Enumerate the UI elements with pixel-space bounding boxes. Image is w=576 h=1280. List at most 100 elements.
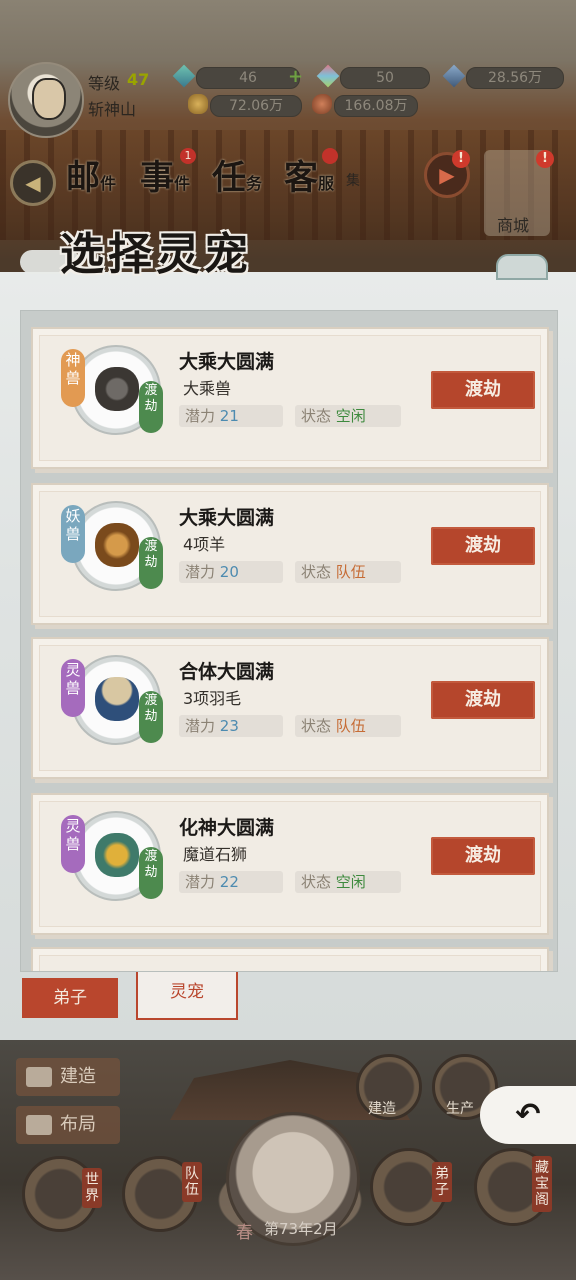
level-value: 47 bbox=[127, 70, 150, 89]
goat-icon bbox=[95, 523, 139, 567]
status-label: 状态 bbox=[301, 407, 332, 425]
build-label: 建造 bbox=[60, 1066, 96, 1087]
pet-type-tag: 灵兽 bbox=[61, 815, 85, 873]
tribulation-button[interactable]: 渡劫 bbox=[431, 681, 535, 719]
mail-button[interactable]: 邮件 bbox=[66, 150, 116, 206]
pet-realm: 大乘大圆满 bbox=[179, 351, 275, 373]
treasury-label: 藏宝阁 bbox=[532, 1156, 552, 1212]
events-badge: 1 bbox=[180, 148, 196, 164]
shop-alert-icon: ! bbox=[536, 150, 554, 168]
pet-realm: 大乘大圆满 bbox=[179, 507, 275, 529]
world-label: 世界 bbox=[82, 1168, 102, 1208]
status-value: 空闲 bbox=[335, 873, 366, 891]
potential-stat: 潜力 23 bbox=[179, 715, 283, 737]
gold-counter: 72.06万 bbox=[210, 95, 302, 117]
pet-list[interactable]: 神兽 渡劫 大乘大圆满 大乘兽 潜力 21 状态 空闲 渡劫 妖兽 渡劫 大乘大… bbox=[20, 310, 558, 972]
date-label: 第73年2月 bbox=[264, 1220, 338, 1238]
shop-label: 商城 bbox=[497, 216, 530, 235]
collect-partial-label: 集 bbox=[346, 173, 360, 189]
status-stat: 状态 队伍 bbox=[295, 715, 401, 737]
status-value: 队伍 bbox=[335, 563, 366, 581]
tribulation-tag: 渡劫 bbox=[139, 381, 163, 433]
layout-button[interactable]: 布局 bbox=[16, 1106, 120, 1144]
tab-pet[interactable]: 灵宠 bbox=[136, 972, 238, 1020]
potential-label: 潜力 bbox=[185, 563, 216, 581]
potential-value: 22 bbox=[219, 873, 239, 891]
pet-name: 3项羽毛 bbox=[183, 689, 242, 708]
service-badge-dot bbox=[322, 148, 338, 164]
pet-name: 4项羊 bbox=[183, 535, 226, 554]
disciple-label: 弟子 bbox=[432, 1162, 452, 1202]
pet-name: 大乘兽 bbox=[183, 379, 232, 398]
status-value: 队伍 bbox=[335, 717, 366, 735]
pet-card[interactable]: 妖兽 渡劫 大乘大圆满 4项羊 潜力 20 状态 队伍 渡劫 bbox=[31, 483, 549, 625]
alert-icon: ! bbox=[452, 150, 470, 168]
tribulation-tag: 渡劫 bbox=[139, 847, 163, 899]
tribulation-tag: 渡劫 bbox=[139, 691, 163, 743]
gold-icon bbox=[188, 94, 208, 114]
pet-realm: 化神大圆满 bbox=[179, 817, 275, 839]
spirit-stone-counter: 50 bbox=[340, 67, 430, 89]
back-arrow-icon[interactable]: ↶ bbox=[480, 1086, 576, 1144]
build-button[interactable]: 建造 bbox=[16, 1058, 120, 1096]
avatar-face-icon bbox=[32, 78, 66, 120]
tribulation-button[interactable]: 渡劫 bbox=[431, 837, 535, 875]
team-label: 队伍 bbox=[182, 1162, 202, 1202]
tribulation-tag: 渡劫 bbox=[139, 537, 163, 589]
potential-stat: 潜力 22 bbox=[179, 871, 283, 893]
stone-lion-icon bbox=[95, 833, 139, 877]
potential-label: 潜力 bbox=[185, 407, 216, 425]
status-value: 空闲 bbox=[335, 407, 366, 425]
service-sub-label: 服 bbox=[318, 174, 335, 193]
add-jade-icon[interactable]: + bbox=[288, 66, 303, 87]
pet-realm: 合体大圆满 bbox=[179, 661, 275, 683]
tasks-label: 任 bbox=[212, 158, 246, 198]
status-stat: 状态 空闲 bbox=[295, 405, 401, 427]
status-label: 状态 bbox=[301, 717, 332, 735]
status-label: 状态 bbox=[301, 873, 332, 891]
potential-value: 23 bbox=[219, 717, 239, 735]
potential-label: 潜力 bbox=[185, 873, 216, 891]
pet-card[interactable]: 灵兽 渡劫 化神大圆满 魔道石狮 潜力 22 状态 空闲 渡劫 bbox=[31, 793, 549, 935]
cloud-decoration-right bbox=[496, 254, 548, 280]
potential-value: 20 bbox=[219, 563, 239, 581]
mail-label: 邮 bbox=[66, 158, 100, 198]
food-counter: 166.08万 bbox=[334, 95, 418, 117]
player-name: 斩神山 bbox=[88, 100, 137, 119]
pet-type-tag: 神兽 bbox=[61, 349, 85, 407]
food-icon bbox=[312, 94, 332, 114]
pet-card[interactable]: 神兽 渡劫 大乘大圆满 大乘兽 潜力 21 状态 空闲 渡劫 bbox=[31, 327, 549, 469]
tribulation-button[interactable]: 渡劫 bbox=[431, 527, 535, 565]
potential-label: 潜力 bbox=[185, 717, 216, 735]
pet-type-tag: 妖兽 bbox=[61, 505, 85, 563]
mahayana-beast-icon bbox=[95, 367, 139, 411]
layout-icon bbox=[26, 1115, 52, 1135]
house-icon bbox=[26, 1067, 52, 1087]
tab-disciple[interactable]: 弟子 bbox=[22, 978, 118, 1018]
status-stat: 状态 空闲 bbox=[295, 871, 401, 893]
events-sub-label: 件 bbox=[174, 174, 191, 193]
status-stat: 状态 队伍 bbox=[295, 561, 401, 583]
pet-name: 魔道石狮 bbox=[183, 845, 248, 864]
pet-type-tag: 灵兽 bbox=[61, 659, 85, 717]
scroll-left-arrow-icon[interactable]: ◀ bbox=[10, 160, 56, 206]
pet-card-partial[interactable] bbox=[31, 947, 549, 971]
status-label: 状态 bbox=[301, 563, 332, 581]
pet-card[interactable]: 灵兽 渡劫 合体大圆满 3项羽毛 潜力 23 状态 队伍 渡劫 bbox=[31, 637, 549, 779]
tribulation-button[interactable]: 渡劫 bbox=[431, 371, 535, 409]
potential-value: 21 bbox=[219, 407, 239, 425]
dialog-title: 选择灵宠 bbox=[60, 229, 252, 280]
feather-spirit-icon bbox=[95, 677, 139, 721]
season-label: 春 bbox=[236, 1223, 253, 1243]
potential-stat: 潜力 21 bbox=[179, 405, 283, 427]
potential-stat: 潜力 20 bbox=[179, 561, 283, 583]
tasks-sub-label: 务 bbox=[246, 174, 263, 193]
layout-label: 布局 bbox=[60, 1114, 96, 1135]
crystal-counter: 28.56万 bbox=[466, 67, 564, 89]
jade-counter: 46 bbox=[196, 67, 300, 89]
tasks-button[interactable]: 任务 bbox=[212, 150, 262, 206]
produce-label: 生产 bbox=[446, 1101, 474, 1117]
service-label: 客 bbox=[284, 158, 318, 198]
build-round-label: 建造 bbox=[368, 1101, 396, 1117]
level-label: 等级 bbox=[88, 74, 121, 93]
